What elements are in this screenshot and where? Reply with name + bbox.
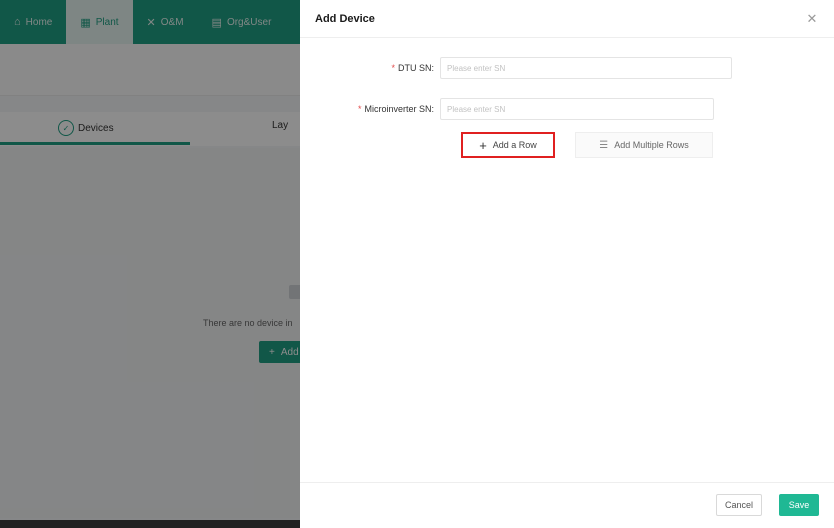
cancel-button[interactable]: Cancel bbox=[716, 494, 762, 516]
required-mark: * bbox=[357, 104, 362, 114]
add-multiple-rows-label: Add Multiple Rows bbox=[614, 140, 689, 150]
required-mark: * bbox=[391, 63, 395, 73]
drawer-footer: Cancel Save bbox=[300, 482, 834, 528]
list-icon: ☰ bbox=[599, 139, 609, 151]
dtu-sn-label: * DTU SN: bbox=[391, 63, 434, 73]
dtu-sn-input[interactable] bbox=[440, 57, 732, 79]
save-button[interactable]: Save bbox=[779, 494, 819, 516]
microinverter-sn-input[interactable] bbox=[440, 98, 714, 120]
add-a-row-button[interactable]: + Add a Row bbox=[461, 132, 555, 158]
drawer-header: Add Device ✕ bbox=[300, 0, 834, 38]
microinverter-sn-row: * Microinverter SN: bbox=[300, 97, 834, 121]
plus-icon: + bbox=[479, 137, 487, 153]
add-multiple-rows-button[interactable]: ☰ Add Multiple Rows bbox=[575, 132, 713, 158]
add-a-row-label: Add a Row bbox=[492, 140, 537, 150]
drawer-title: Add Device bbox=[315, 13, 375, 25]
add-device-drawer: Add Device ✕ *DTU SN: *Microinverter SN:… bbox=[300, 0, 834, 528]
close-icon[interactable]: ✕ bbox=[804, 11, 820, 27]
bottom-edge bbox=[0, 520, 300, 528]
microinverter-sn-label-text: Microinverter SN: bbox=[364, 104, 434, 114]
dtu-sn-row: * DTU SN: bbox=[300, 56, 834, 80]
dtu-sn-label-text: DTU SN: bbox=[398, 63, 434, 73]
microinverter-sn-label: * Microinverter SN: bbox=[358, 104, 434, 114]
